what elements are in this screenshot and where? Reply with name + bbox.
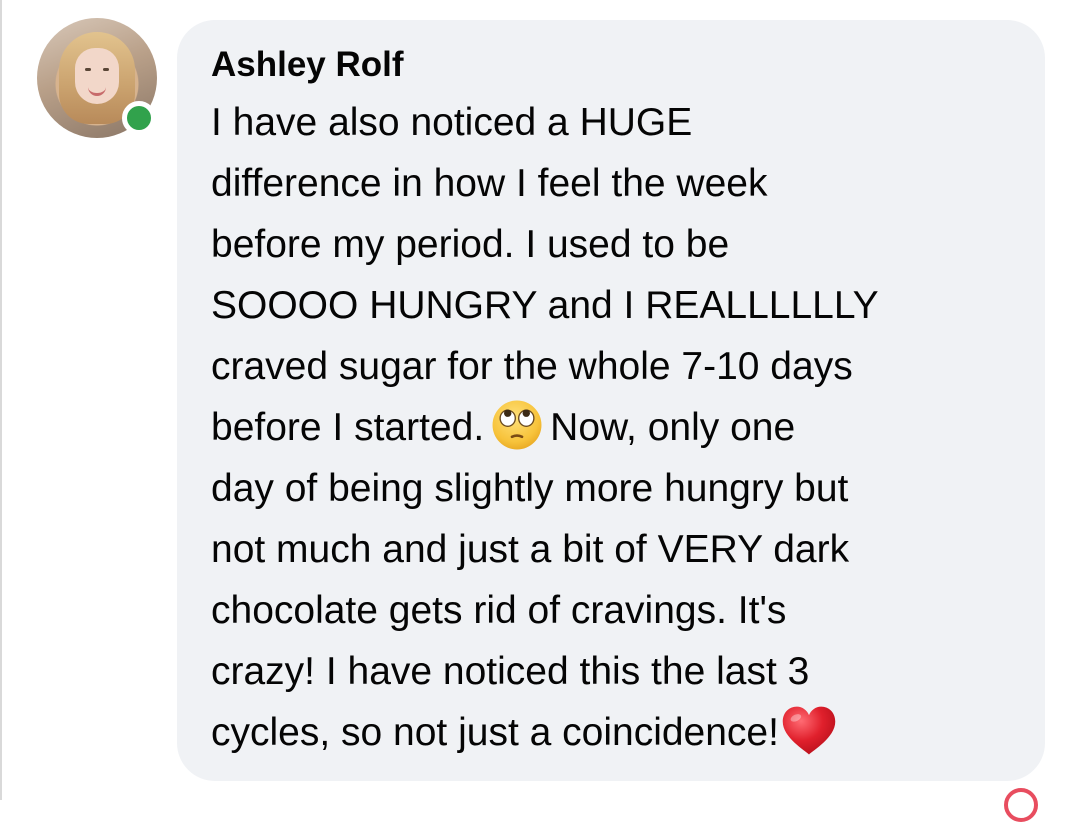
reaction-indicator-partial: [1004, 788, 1038, 822]
comment-bubble: Ashley Rolf I have also noticed a HUGE d…: [177, 20, 1045, 781]
avatar-smile: [88, 85, 106, 96]
avatar-eye-right: [103, 68, 109, 71]
online-status-dot: [122, 101, 156, 135]
comment-text-part-2: Now, only one day of being slightly more…: [211, 406, 850, 754]
rolling-eyes-emoji-icon: [492, 400, 542, 450]
left-edge-divider: [0, 0, 2, 800]
avatar-eye-left: [85, 68, 91, 71]
comment-author-name[interactable]: Ashley Rolf: [211, 40, 1011, 90]
comment-text-part-1: I have also noticed a HUGE difference in…: [211, 101, 879, 449]
red-heart-emoji-icon: [782, 706, 836, 755]
comment-text: I have also noticed a HUGE difference in…: [211, 92, 1011, 763]
